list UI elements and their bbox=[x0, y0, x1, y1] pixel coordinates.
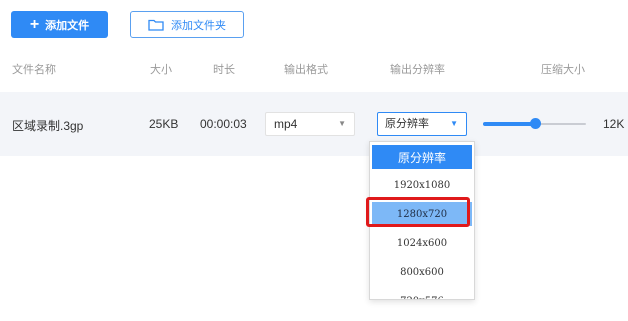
add-folder-label: 添加文件夹 bbox=[171, 19, 226, 32]
resolution-dropdown: 原分辨率 1920x1080 1280x720 1024x600 800x600… bbox=[369, 141, 475, 300]
column-header-size: 大小 bbox=[150, 64, 172, 76]
file-name: 区域录制.3gp bbox=[12, 119, 84, 133]
file-size: 25KB bbox=[149, 117, 179, 131]
output-resolution-value: 原分辨率 bbox=[385, 118, 429, 130]
output-resolution-select[interactable]: 原分辨率 ▼ bbox=[377, 112, 467, 136]
column-header-file-name: 文件名称 bbox=[12, 64, 56, 76]
slider-thumb[interactable] bbox=[530, 118, 541, 129]
add-file-button[interactable]: + 添加文件 bbox=[11, 11, 108, 38]
resolution-option[interactable]: 800x600 bbox=[372, 260, 472, 284]
add-folder-button[interactable]: 添加文件夹 bbox=[130, 11, 244, 38]
folder-icon bbox=[148, 18, 164, 31]
compress-size-slider[interactable] bbox=[483, 118, 586, 129]
column-header-compress-size: 压缩大小 bbox=[541, 64, 585, 76]
resolution-option-highlighted[interactable]: 1280x720 bbox=[372, 202, 472, 226]
compressed-size-value: 12K bbox=[603, 117, 625, 131]
file-duration: 00:00:03 bbox=[200, 117, 247, 131]
table-header: 文件名称 大小 时长 输出格式 输出分辨率 压缩大小 bbox=[0, 58, 628, 78]
resolution-option[interactable]: 1024x600 bbox=[372, 231, 472, 255]
resolution-option[interactable]: 720x576 bbox=[372, 289, 472, 300]
resolution-option[interactable]: 1920x1080 bbox=[372, 173, 472, 197]
column-header-output-resolution: 输出分辨率 bbox=[390, 64, 445, 76]
chevron-down-icon: ▼ bbox=[450, 119, 458, 128]
add-file-label: 添加文件 bbox=[45, 19, 90, 32]
column-header-output-format: 输出格式 bbox=[284, 64, 328, 76]
output-format-select[interactable]: mp4 ▼ bbox=[265, 112, 355, 136]
slider-fill bbox=[483, 122, 535, 126]
table-row: 区域录制.3gp 25KB 00:00:03 mp4 ▼ 原分辨率 ▼ 12K bbox=[0, 92, 628, 156]
output-format-value: mp4 bbox=[274, 117, 298, 131]
plus-icon: + bbox=[29, 15, 40, 33]
column-header-duration: 时长 bbox=[213, 64, 235, 76]
chevron-down-icon: ▼ bbox=[338, 119, 346, 128]
resolution-option-selected[interactable]: 原分辨率 bbox=[372, 145, 472, 169]
